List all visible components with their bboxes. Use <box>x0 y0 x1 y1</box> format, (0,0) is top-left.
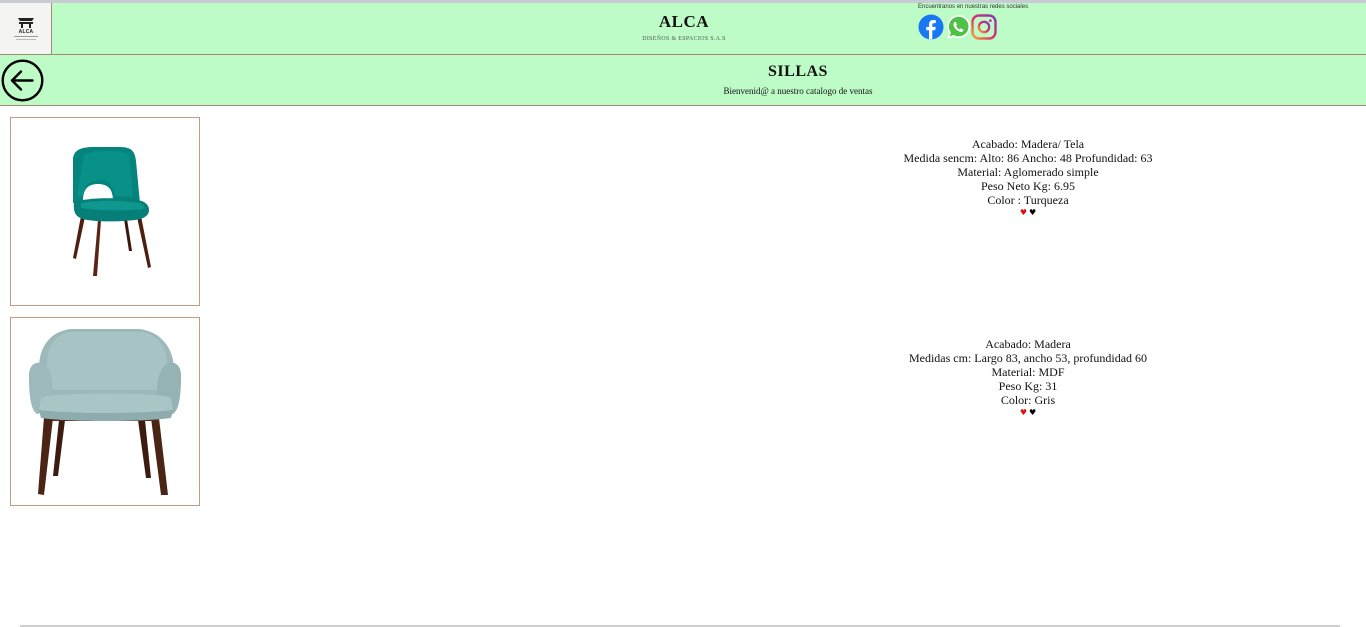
product-dimensions: Medidas cm: Largo 83, ancho 53, profundi… <box>908 351 1148 365</box>
facebook-icon[interactable] <box>918 14 944 40</box>
brand-subtitle: DISEÑOS & ESPACIOS S.A.S <box>642 36 726 42</box>
gray-armchair-image <box>28 329 182 495</box>
rating-hearts: ♥ ♥ <box>828 407 1228 419</box>
logo-text: ALCA <box>18 29 34 35</box>
instagram-icon[interactable] <box>971 14 997 40</box>
page-title: SILLAS <box>768 63 828 80</box>
teal-chair-image <box>73 147 151 276</box>
heart-icon[interactable]: ♥ <box>1029 408 1036 418</box>
logo-divider <box>14 36 38 37</box>
product-material: Material: Aglomerado simple <box>957 165 1099 179</box>
product-color: Color: Gris <box>1000 393 1056 407</box>
heart-icon[interactable]: ♥ <box>1020 208 1027 218</box>
logo-chair-icon <box>18 18 34 28</box>
heart-icon[interactable]: ♥ <box>1029 208 1036 218</box>
brand-title: ALCA <box>658 12 710 31</box>
product-weight: Peso Neto Kg: 6.95 <box>981 179 1075 193</box>
arrow-left-icon[interactable] <box>1 59 44 102</box>
heart-icon[interactable]: ♥ <box>1020 408 1027 418</box>
product-material: Material: MDF <box>991 365 1065 379</box>
whatsapp-icon[interactable] <box>945 14 971 40</box>
product-finish: Acabado: Madera <box>985 337 1071 351</box>
product-weight: Peso Kg: 31 <box>998 379 1058 393</box>
product-info: Acabado: Madera/ Tela Medida sencm: Alto… <box>828 137 1228 219</box>
logo[interactable]: ALCA <box>0 3 52 54</box>
social-label: Encuentranos en nuestras redes sociales <box>918 4 1029 10</box>
section-header: SILLAS Bienvenid@ a nuestro catalogo de … <box>0 55 1366 106</box>
product-image-gray-armchair[interactable] <box>10 317 200 506</box>
product-dimensions: Medida sencm: Alto: 86 Ancho: 48 Profund… <box>903 151 1153 165</box>
product-info: Acabado: Madera Medidas cm: Largo 83, an… <box>828 337 1228 419</box>
page-subtitle: Bienvenid@ a nuestro catalogo de ventas <box>723 86 873 96</box>
rating-hearts: ♥ ♥ <box>828 207 1228 219</box>
product-color: Color : Turqueza <box>987 193 1069 207</box>
site-header: ALCA ALCA DISEÑOS & ESPACIOS S.A.S Encue… <box>0 3 1366 55</box>
logo-divider <box>16 39 36 40</box>
product-image-teal-chair[interactable] <box>10 117 200 306</box>
product-finish: Acabado: Madera/ Tela <box>971 137 1085 151</box>
